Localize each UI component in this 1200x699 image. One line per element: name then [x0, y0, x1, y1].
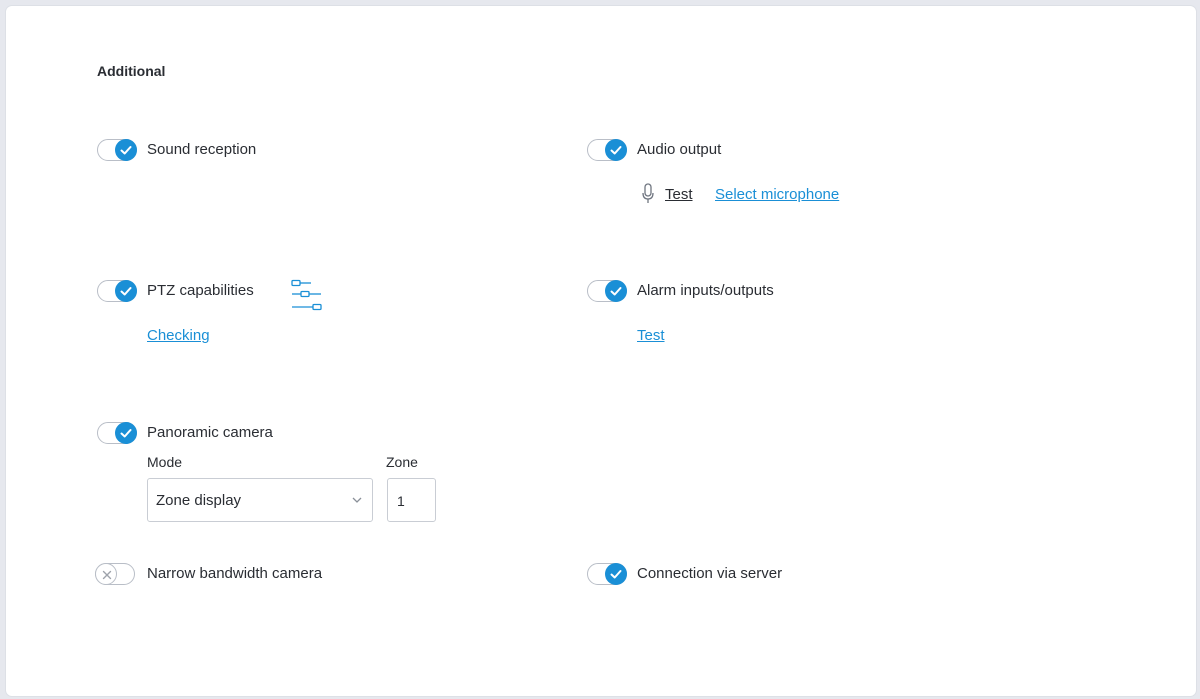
section-title: Additional — [97, 63, 166, 79]
zone-input-value: 1 — [397, 493, 405, 509]
alarm-toggle[interactable] — [587, 280, 627, 302]
ptz-label: PTZ capabilities — [147, 282, 254, 299]
ptz-toggle[interactable] — [97, 280, 137, 302]
audio-output-toggle[interactable] — [587, 139, 627, 161]
narrow-bandwidth-toggle[interactable] — [95, 563, 135, 585]
audio-output-label: Audio output — [637, 141, 722, 158]
zone-input[interactable]: 1 — [387, 478, 436, 522]
mode-select[interactable]: Zone display — [147, 478, 373, 522]
chevron-down-icon — [352, 497, 362, 503]
check-icon — [120, 287, 132, 296]
sound-reception-toggle[interactable] — [97, 139, 137, 161]
x-icon — [102, 570, 112, 580]
check-icon — [120, 429, 132, 438]
microphone-icon — [642, 183, 654, 203]
check-icon — [610, 287, 622, 296]
panoramic-toggle[interactable] — [97, 422, 137, 444]
connection-via-server-toggle[interactable] — [587, 563, 627, 585]
ptz-checking-link[interactable]: Checking — [147, 327, 210, 344]
connection-via-server-label: Connection via server — [637, 565, 783, 582]
sound-reception-label: Sound reception — [147, 141, 257, 158]
check-icon — [610, 570, 622, 579]
narrow-bandwidth-label: Narrow bandwidth camera — [147, 565, 323, 582]
zone-label: Zone — [386, 454, 418, 470]
mode-label: Mode — [147, 454, 183, 470]
settings-card — [6, 6, 1196, 696]
panoramic-label: Panoramic camera — [147, 424, 273, 441]
alarm-test-link[interactable]: Test — [637, 327, 665, 344]
check-icon — [120, 146, 132, 155]
alarm-label: Alarm inputs/outputs — [637, 282, 774, 299]
check-icon — [610, 146, 622, 155]
audio-output-test-link[interactable]: Test — [665, 186, 693, 203]
mode-select-value: Zone display — [156, 492, 242, 509]
sliders-icon[interactable] — [289, 278, 325, 312]
select-microphone-link[interactable]: Select microphone — [715, 186, 839, 203]
